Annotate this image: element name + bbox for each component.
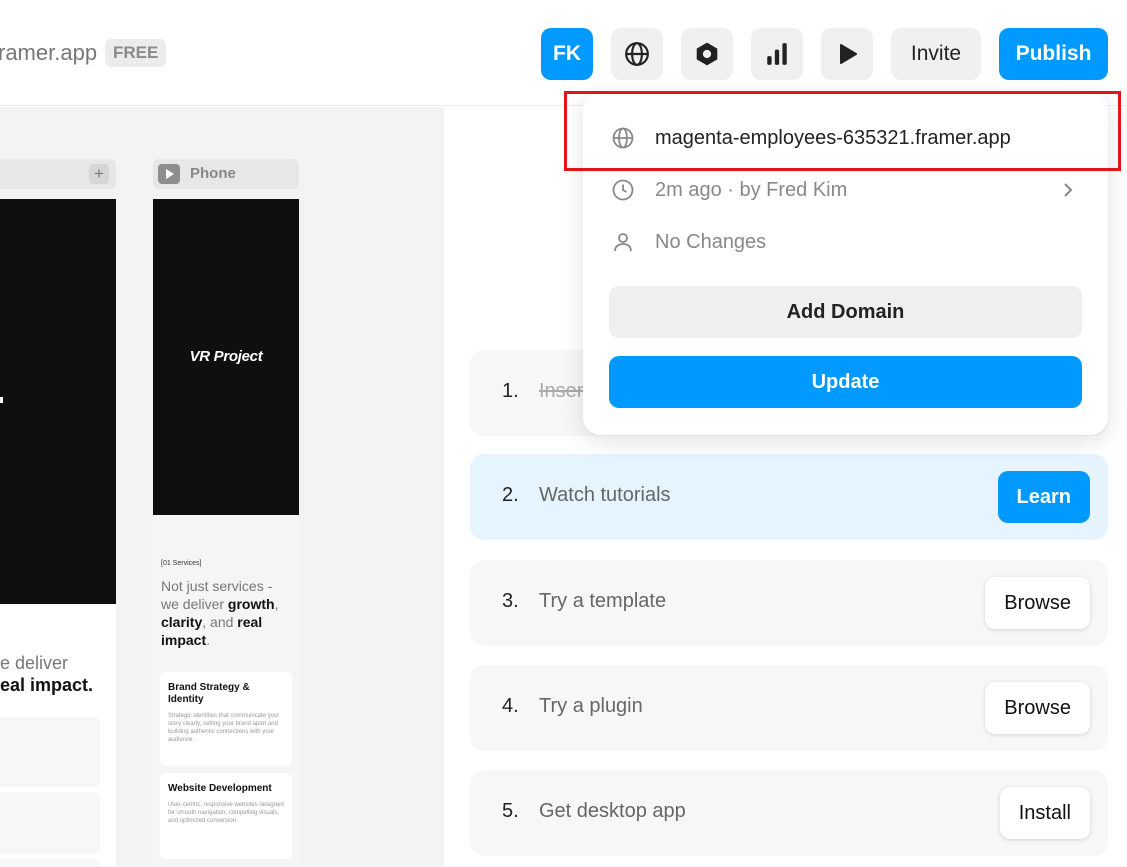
services-tag: [01 Services] xyxy=(161,560,202,567)
services-headline: Not just services - we deliver growth, c… xyxy=(161,577,293,649)
clock-icon xyxy=(612,179,634,201)
publish-label: Publish xyxy=(1015,42,1092,65)
desktop-frame[interactable]: e deliver eal impact. xyxy=(0,199,116,867)
hero-title: VR Project xyxy=(189,348,263,365)
design-canvas[interactable]: + Phone e deliver eal impact. VR Project… xyxy=(0,107,444,867)
headline-bold: clarity xyxy=(161,614,203,630)
install-button[interactable]: Install xyxy=(999,787,1090,839)
update-button[interactable]: Update xyxy=(609,356,1082,408)
service-card-body: User-centric, responsive websites design… xyxy=(168,802,284,824)
step-label: Try a template xyxy=(539,590,667,612)
highlight-annotation xyxy=(564,91,1121,171)
service-card-title: Website Development xyxy=(168,783,272,794)
hero-text-fragment xyxy=(0,397,3,403)
last-published-info: 2m ago · by Fred Kim xyxy=(655,179,848,201)
add-domain-button[interactable]: Add Domain xyxy=(609,286,1082,338)
step-label: Watch tutorials xyxy=(539,484,671,506)
headline-part: , and xyxy=(202,614,238,630)
publish-button[interactable]: Publish xyxy=(999,28,1108,80)
service-card: Website Development User-centric, respon… xyxy=(160,773,292,859)
desktop-service-card xyxy=(0,859,100,867)
browse-plugins-button[interactable]: Browse xyxy=(985,682,1090,734)
desktop-headline-line2: eal impact. xyxy=(0,675,94,695)
step-label: Try a plugin xyxy=(539,695,643,717)
step-item[interactable]: 2. Watch tutorials Learn xyxy=(470,454,1108,540)
bar-chart-icon xyxy=(767,43,787,65)
phone-frame[interactable]: VR Project [01 Services] Not just servic… xyxy=(153,199,299,867)
site-name[interactable]: ramer.app xyxy=(0,40,97,66)
step-item[interactable]: 4. Try a plugin Browse xyxy=(470,665,1108,751)
desktop-headline-line1: e deliver xyxy=(0,653,69,673)
analytics-button[interactable] xyxy=(751,28,803,80)
preview-button[interactable] xyxy=(821,28,873,80)
invite-button[interactable]: Invite xyxy=(891,28,981,80)
user-icon xyxy=(614,233,632,252)
frame-label-phone: Phone xyxy=(190,165,236,182)
desktop-service-card xyxy=(0,792,100,854)
avatar-initials: FK xyxy=(553,42,581,65)
step-item[interactable]: 5. Get desktop app Install xyxy=(470,770,1108,856)
user-avatar-button[interactable]: FK xyxy=(541,28,593,80)
headline-part: . xyxy=(206,632,211,648)
step-label: Inser xyxy=(539,380,584,402)
chevron-right-icon[interactable] xyxy=(1058,180,1078,200)
step-label: Get desktop app xyxy=(539,800,686,822)
hexagon-icon xyxy=(696,42,718,66)
headline-bold: growth xyxy=(227,596,275,612)
step-number: 2. xyxy=(502,484,519,506)
headline-part: , xyxy=(274,596,279,612)
phone-hero: VR Project xyxy=(153,199,299,515)
play-icon[interactable] xyxy=(158,164,180,184)
version-history-row[interactable]: 2m ago · by Fred Kim xyxy=(583,170,1108,210)
service-card: Brand Strategy & Identity Strategic iden… xyxy=(160,672,292,766)
service-card-body: Strategic identities that communicate yo… xyxy=(168,713,280,743)
step-number: 1. xyxy=(502,380,519,402)
step-number: 5. xyxy=(502,800,519,822)
desktop-hero xyxy=(0,199,116,604)
changes-status: No Changes xyxy=(655,231,767,253)
plugins-button[interactable] xyxy=(681,28,733,80)
invite-label: Invite xyxy=(910,42,962,65)
desktop-service-card xyxy=(0,717,100,787)
play-icon xyxy=(840,44,857,64)
service-card-title: Brand Strategy & Identity xyxy=(168,682,250,705)
learn-button[interactable]: Learn xyxy=(997,471,1090,523)
step-number: 4. xyxy=(502,695,519,717)
site-settings-button[interactable] xyxy=(611,28,663,80)
plus-icon[interactable]: + xyxy=(89,164,109,184)
step-item[interactable]: 3. Try a template Browse xyxy=(470,560,1108,646)
globe-icon xyxy=(625,42,649,66)
changes-row: No Changes xyxy=(583,222,1108,262)
plan-badge: FREE xyxy=(105,39,167,67)
browse-templates-button[interactable]: Browse xyxy=(985,577,1090,629)
step-number: 3. xyxy=(502,590,519,612)
